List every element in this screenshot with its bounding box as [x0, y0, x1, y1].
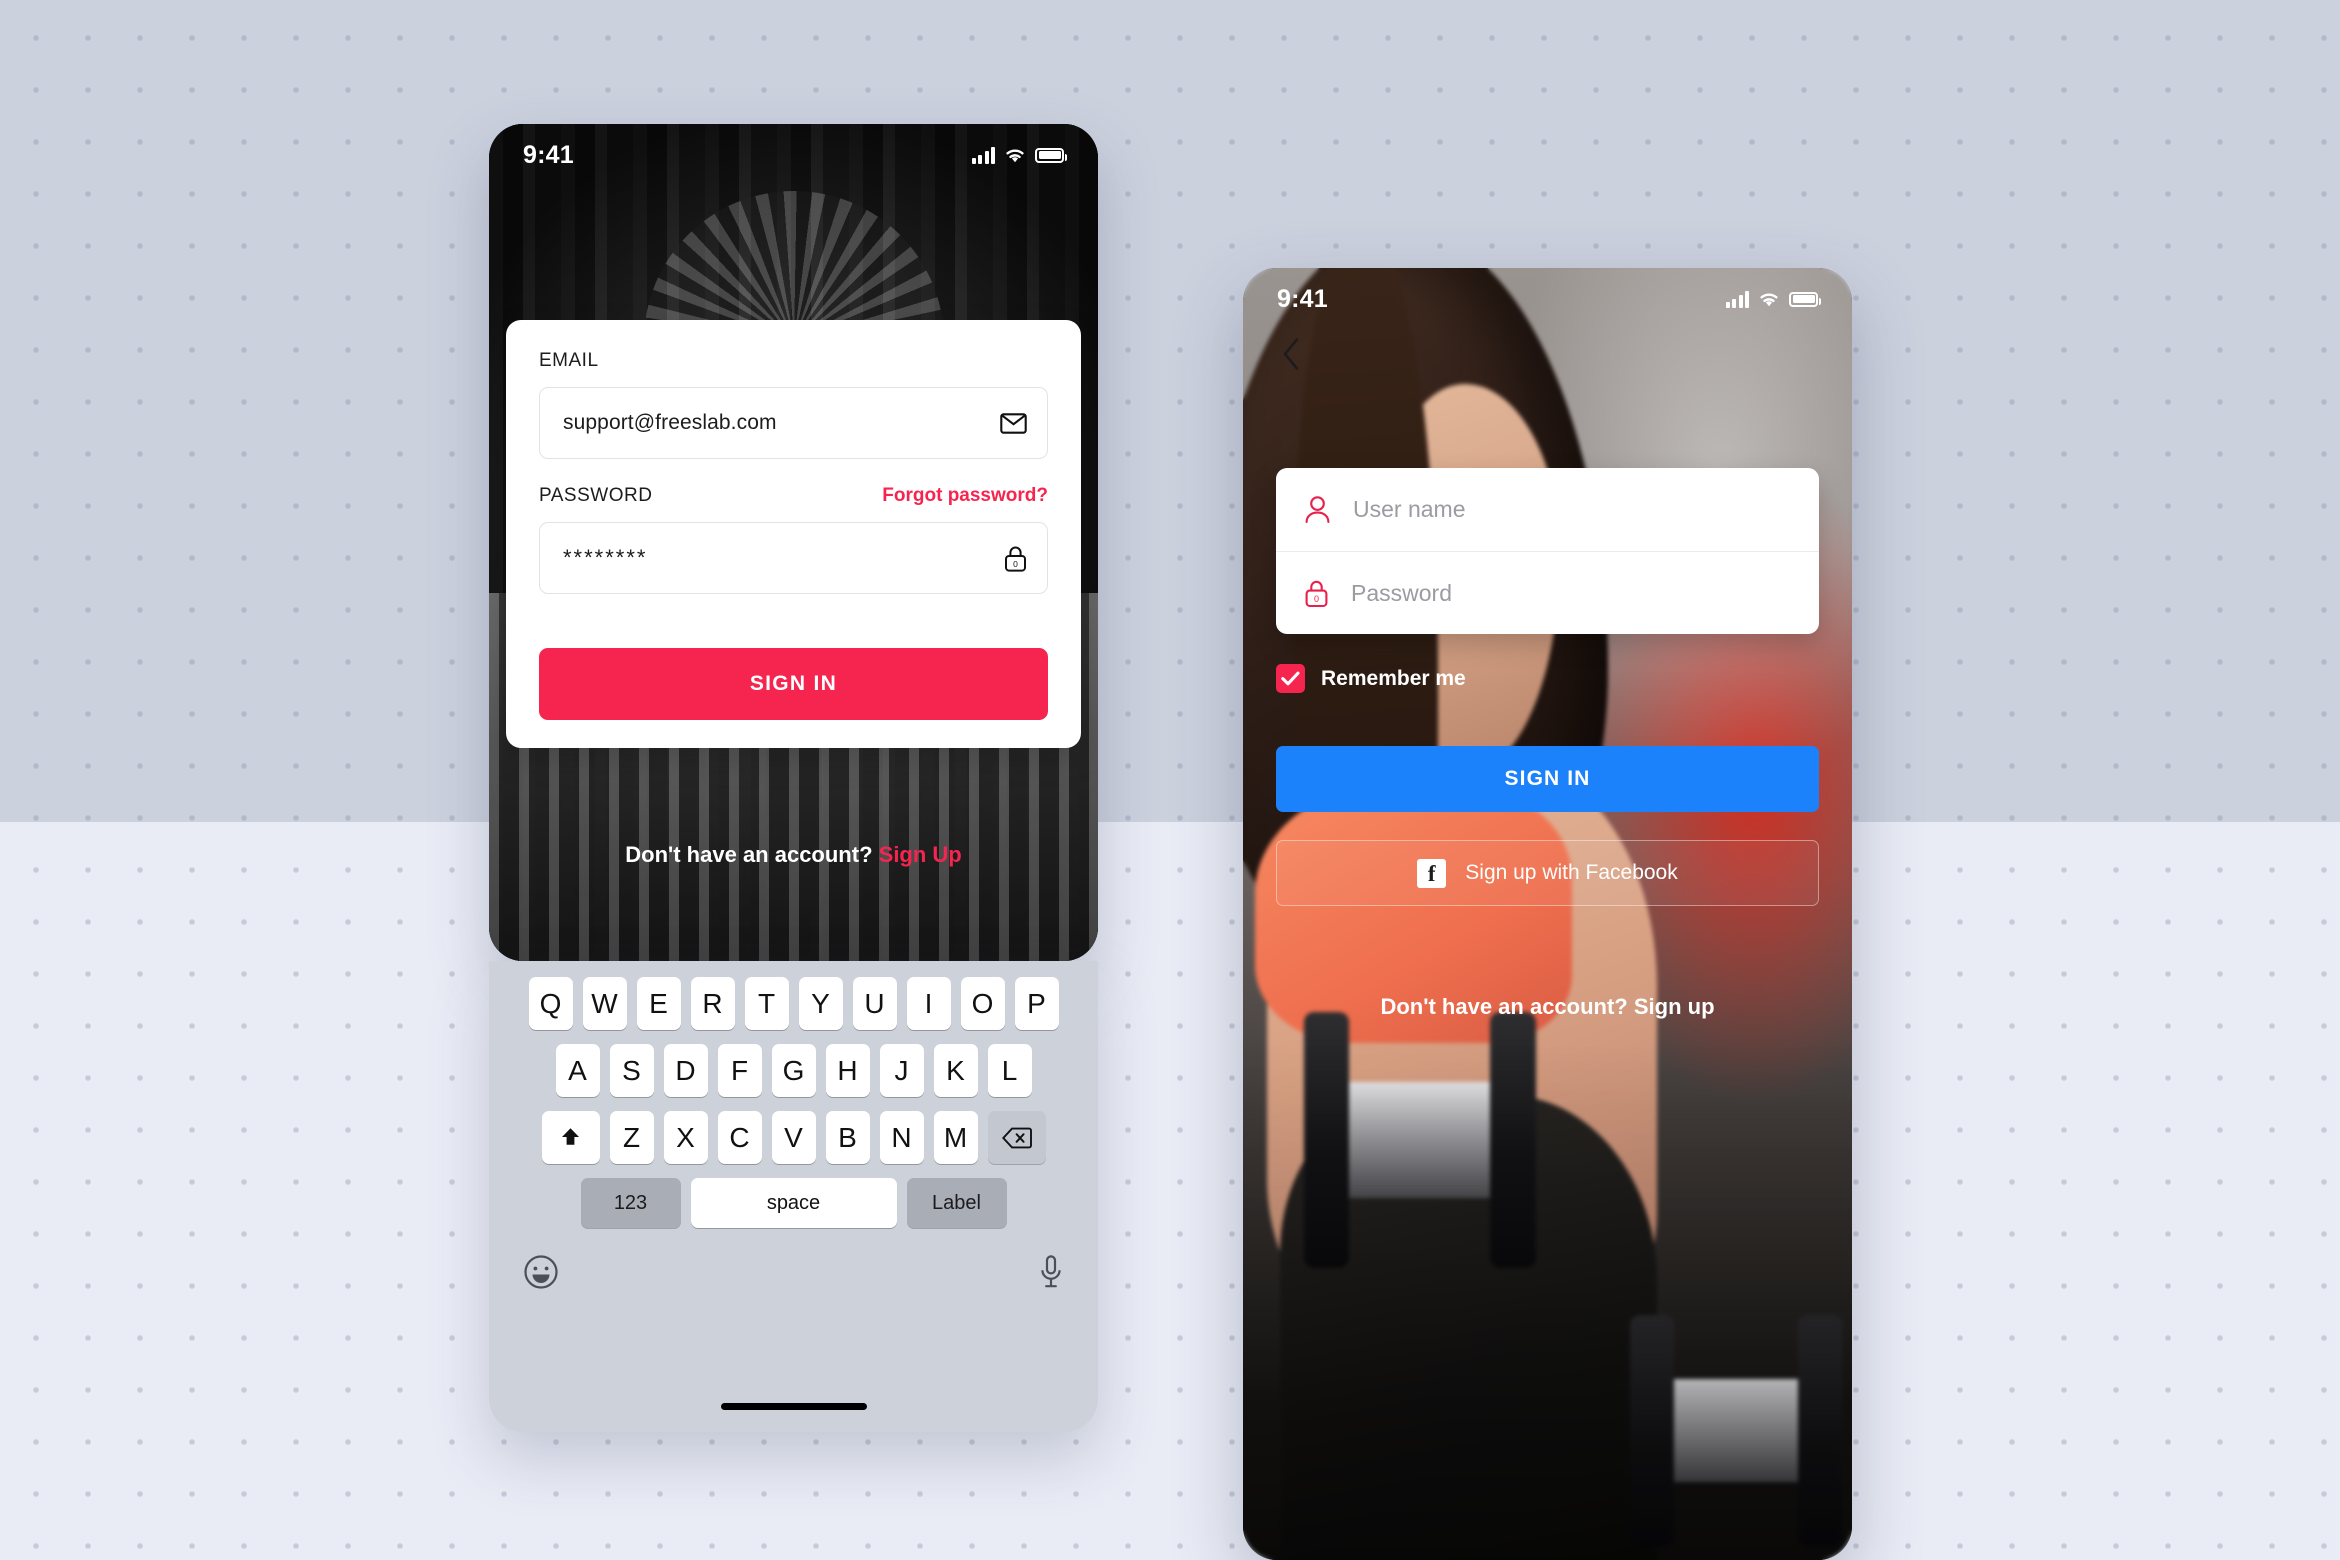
- email-value: support@freeslab.com: [563, 411, 777, 434]
- label-key[interactable]: Label: [906, 1178, 1007, 1228]
- password-label: PASSWORD: [539, 485, 653, 506]
- status-icons: [1725, 290, 1821, 308]
- password-field[interactable]: ******** 0: [539, 522, 1048, 594]
- lock-icon[interactable]: 0: [1004, 545, 1027, 572]
- back-button[interactable]: [1273, 336, 1309, 372]
- key-y[interactable]: Y: [798, 977, 843, 1030]
- lock-icon: 0: [1305, 580, 1328, 607]
- key-f[interactable]: F: [717, 1044, 762, 1097]
- login-form-card: User name 0 Password: [1276, 468, 1819, 634]
- photo-blur-overlay: [1243, 268, 1852, 1560]
- signup-prompt-left[interactable]: Don't have an account? Sign Up: [489, 842, 1098, 868]
- signup-prompt-right[interactable]: Don't have an account? Sign up: [1243, 994, 1852, 1020]
- key-d[interactable]: D: [663, 1044, 708, 1097]
- keyboard-row-2: A S D F G H J K L: [489, 1044, 1098, 1097]
- checkmark-icon: [1281, 671, 1300, 686]
- key-m[interactable]: M: [933, 1111, 978, 1164]
- envelope-icon[interactable]: [1000, 412, 1027, 434]
- home-indicator-left: [720, 1403, 867, 1410]
- remember-me-row[interactable]: Remember me: [1276, 664, 1466, 693]
- key-x[interactable]: X: [663, 1111, 708, 1164]
- shift-icon: [562, 1128, 579, 1145]
- key-b[interactable]: B: [825, 1111, 870, 1164]
- key-n[interactable]: N: [879, 1111, 924, 1164]
- username-field[interactable]: User name: [1276, 468, 1819, 551]
- sign-in-button-right[interactable]: SIGN IN: [1276, 746, 1819, 812]
- key-j[interactable]: J: [879, 1044, 924, 1097]
- keyboard-row-4: 123 space Label: [489, 1178, 1098, 1228]
- sign-up-link-left[interactable]: Sign Up: [879, 842, 962, 867]
- key-a[interactable]: A: [555, 1044, 600, 1097]
- status-bar-right: 9:41: [1243, 268, 1852, 330]
- background-dot-grid: [0, 0, 2340, 1560]
- wifi-icon: [1006, 148, 1024, 162]
- login-card: EMAIL support@freeslab.com PASSWORD Forg…: [506, 320, 1081, 748]
- status-icons: [971, 146, 1067, 164]
- email-field[interactable]: support@freeslab.com: [539, 387, 1048, 459]
- phone-mockup-left: 9:41 EMAIL support@freeslab.com PASSWORD…: [489, 124, 1098, 961]
- password-placeholder: Password: [1351, 579, 1452, 606]
- email-label: EMAIL: [539, 350, 599, 371]
- key-v[interactable]: V: [771, 1111, 816, 1164]
- remember-me-label: Remember me: [1321, 666, 1466, 690]
- key-z[interactable]: Z: [609, 1111, 654, 1164]
- emoji-icon[interactable]: [523, 1254, 559, 1290]
- password-value: ********: [563, 545, 648, 570]
- onscreen-keyboard: Q W E R T Y U I O P A S D F G H J K L Z …: [489, 961, 1098, 1432]
- status-time: 9:41: [1277, 284, 1328, 313]
- chevron-left-icon: [1283, 338, 1299, 370]
- keyboard-bottom-bar: [489, 1242, 1098, 1290]
- remember-me-checkbox[interactable]: [1276, 664, 1305, 693]
- numbers-key[interactable]: 123: [580, 1178, 681, 1228]
- password-field[interactable]: 0 Password: [1276, 551, 1819, 634]
- phone-mockup-right: 9:41 User name 0 Password Remember me SI…: [1243, 268, 1852, 1560]
- status-bar-left: 9:41: [489, 124, 1098, 186]
- key-g[interactable]: G: [771, 1044, 816, 1097]
- battery-icon: [1789, 291, 1821, 307]
- key-l[interactable]: L: [987, 1044, 1032, 1097]
- phone-right-backdrop-photo: [1243, 268, 1852, 1560]
- space-key[interactable]: space: [690, 1178, 897, 1228]
- signup-prompt-text: Don't have an account?: [625, 842, 873, 867]
- key-o[interactable]: O: [960, 977, 1005, 1030]
- cellular-signal-icon: [971, 146, 995, 164]
- sign-in-button-left[interactable]: SIGN IN: [539, 648, 1048, 720]
- key-e[interactable]: E: [636, 977, 681, 1030]
- battery-icon: [1035, 147, 1067, 163]
- key-q[interactable]: Q: [528, 977, 573, 1030]
- key-s[interactable]: S: [609, 1044, 654, 1097]
- key-h[interactable]: H: [825, 1044, 870, 1097]
- username-placeholder: User name: [1353, 496, 1466, 522]
- facebook-f-icon: f: [1417, 858, 1447, 888]
- keyboard-row-1: Q W E R T Y U I O P: [489, 977, 1098, 1030]
- key-r[interactable]: R: [690, 977, 735, 1030]
- key-c[interactable]: C: [717, 1111, 762, 1164]
- screenshot-canvas: 9:41 EMAIL support@freeslab.com PASSWORD…: [0, 0, 2340, 1560]
- backspace-key[interactable]: [987, 1111, 1046, 1164]
- key-w[interactable]: W: [582, 977, 627, 1030]
- keyboard-row-3: Z X C V B N M: [489, 1111, 1098, 1164]
- cellular-signal-icon: [1725, 290, 1749, 308]
- facebook-signup-button[interactable]: f Sign up with Facebook: [1276, 840, 1819, 906]
- backspace-icon: [1001, 1127, 1032, 1148]
- svg-text:0: 0: [1314, 594, 1319, 604]
- key-u[interactable]: U: [852, 977, 897, 1030]
- phone-left-keyboard-shell: Q W E R T Y U I O P A S D F G H J K L Z …: [489, 961, 1098, 1432]
- facebook-signup-label: Sign up with Facebook: [1465, 861, 1678, 884]
- microphone-icon[interactable]: [1038, 1254, 1064, 1290]
- key-i[interactable]: I: [906, 977, 951, 1030]
- wifi-icon: [1760, 292, 1778, 306]
- svg-text:0: 0: [1013, 559, 1018, 569]
- status-time: 9:41: [523, 140, 574, 169]
- forgot-password-link[interactable]: Forgot password?: [882, 485, 1048, 507]
- key-k[interactable]: K: [933, 1044, 978, 1097]
- key-t[interactable]: T: [744, 977, 789, 1030]
- user-icon: [1305, 496, 1330, 524]
- key-p[interactable]: P: [1014, 977, 1059, 1030]
- shift-key[interactable]: [541, 1111, 600, 1164]
